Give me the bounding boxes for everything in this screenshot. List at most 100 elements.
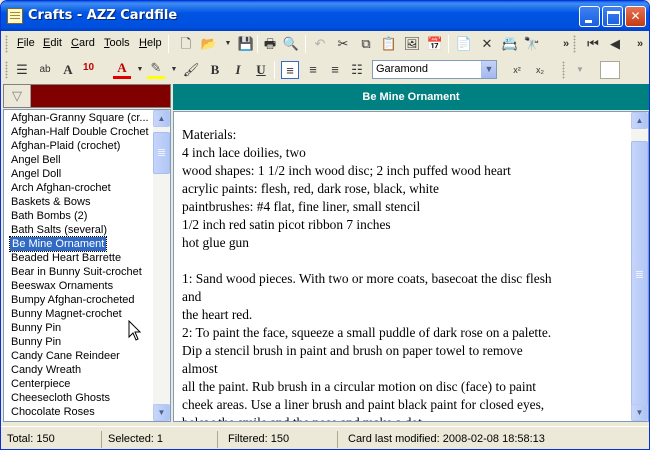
menu-edit[interactable]: Edit bbox=[43, 37, 62, 49]
list-item[interactable]: Be Mine Ornament bbox=[8, 236, 108, 252]
window-title: Crafts - AZZ Cardfile bbox=[28, 8, 178, 23]
list-item[interactable]: Baskets & Bows bbox=[11, 195, 90, 209]
list-item[interactable]: Cheesecloth Ghosts bbox=[11, 391, 110, 405]
card-text-line: Materials: bbox=[182, 127, 237, 142]
properties-icon[interactable]: 📇 bbox=[501, 35, 519, 53]
new-card-icon[interactable]: 🗋 bbox=[177, 35, 195, 53]
list-scrollbar[interactable]: ▲ ▼ bbox=[153, 110, 170, 421]
maximize-button[interactable] bbox=[602, 6, 623, 27]
list-item[interactable]: Bath Bombs (2) bbox=[11, 209, 87, 223]
separator bbox=[168, 35, 169, 53]
font-name-combo[interactable]: Garamond ▼ bbox=[372, 60, 497, 79]
toolbar-grip[interactable] bbox=[562, 61, 565, 79]
menu-help[interactable]: Help bbox=[139, 37, 162, 49]
list-item[interactable]: Angel Bell bbox=[11, 153, 61, 167]
italic-button[interactable]: I bbox=[229, 61, 247, 79]
filter-bar[interactable]: ▽ bbox=[3, 84, 171, 108]
separator bbox=[305, 35, 306, 53]
align-right-icon[interactable]: ≡ bbox=[326, 61, 344, 79]
card-text[interactable]: Materials: 4 inch lace doilies, two wood s… bbox=[182, 126, 630, 421]
superscript-icon[interactable]: x² bbox=[508, 61, 526, 79]
scroll-up-arrow-icon[interactable]: ▲ bbox=[153, 110, 170, 127]
list-item[interactable]: Chocolate Roses bbox=[11, 405, 95, 419]
card-text-line: the heart red. bbox=[182, 307, 253, 322]
font-size-value[interactable]: 10 bbox=[83, 62, 94, 73]
list-item[interactable]: Arch Afghan-crochet bbox=[11, 181, 111, 195]
insert-date-icon[interactable]: 📅 bbox=[426, 35, 444, 53]
paragraph-icon[interactable]: ☰ bbox=[13, 61, 31, 79]
chevron-down-icon[interactable]: ▼ bbox=[481, 61, 496, 78]
highlight-icon[interactable]: ✎ bbox=[147, 61, 165, 79]
new-card-copy-icon[interactable]: 📄 bbox=[455, 35, 473, 53]
insert-picture-icon[interactable]: 🖼 bbox=[403, 35, 421, 53]
list-item[interactable]: Candy Wreath bbox=[11, 363, 81, 377]
card-scroll-thumb[interactable] bbox=[631, 141, 648, 409]
bold-button[interactable]: B bbox=[206, 61, 224, 79]
cardfile-app-icon[interactable] bbox=[7, 8, 23, 24]
color-swatch[interactable] bbox=[600, 61, 620, 79]
menu-tools[interactable]: Tools bbox=[104, 37, 130, 49]
scroll-down-arrow-icon[interactable]: ▼ bbox=[153, 404, 170, 421]
print-preview-icon[interactable]: 🔍 bbox=[282, 35, 300, 53]
card-editor[interactable]: Materials: 4 inch lace doilies, two wood s… bbox=[173, 111, 649, 422]
list-item[interactable]: Afghan-Plaid (crochet) bbox=[11, 139, 120, 153]
card-text-line: paintbrushes: #4 flat, fine liner, small… bbox=[182, 199, 421, 214]
close-button[interactable]: ✕ bbox=[625, 6, 646, 27]
find-icon[interactable]: 🔭 bbox=[523, 35, 541, 53]
card-text-line: wood shapes: 1 1/2 inch wood disc; 2 inc… bbox=[182, 163, 511, 178]
clear-format-icon[interactable]: 🖌 bbox=[182, 61, 200, 79]
font-color-icon[interactable]: A bbox=[113, 61, 131, 79]
card-list[interactable]: Afghan-Granny Square (cr... Afghan-Half D… bbox=[3, 109, 171, 422]
list-item[interactable]: Beeswax Ornaments bbox=[11, 279, 113, 293]
subscript-icon[interactable]: x₂ bbox=[531, 61, 549, 79]
list-item[interactable]: Angel Doll bbox=[11, 167, 61, 181]
copy-icon[interactable]: ⧉ bbox=[357, 35, 375, 53]
list-item[interactable]: Bath Salts (several) bbox=[11, 223, 107, 237]
align-center-icon[interactable]: ≡ bbox=[304, 61, 322, 79]
list-item[interactable]: Centerpiece bbox=[11, 377, 70, 391]
list-item[interactable]: Bunny Pin bbox=[11, 321, 61, 335]
list-item[interactable]: Bunny Pin bbox=[11, 335, 61, 349]
highlight-dropdown-icon[interactable]: ▼ bbox=[165, 61, 183, 79]
previous-card-icon[interactable]: ◀ bbox=[606, 35, 624, 53]
menu-card[interactable]: Card bbox=[71, 37, 95, 49]
toolbar-grip[interactable] bbox=[5, 61, 8, 79]
delete-icon[interactable]: ✕ bbox=[478, 35, 496, 53]
open-folder-icon[interactable]: 📂 bbox=[200, 35, 218, 53]
undo-icon[interactable]: ↶ bbox=[311, 35, 329, 53]
list-scroll-thumb[interactable] bbox=[153, 132, 170, 174]
open-dropdown-icon[interactable]: ▼ bbox=[219, 35, 237, 53]
toolbar-grip[interactable] bbox=[573, 35, 576, 53]
print-icon[interactable]: 🖶 bbox=[261, 35, 279, 53]
list-item[interactable]: Bunny Magnet-crochet bbox=[11, 307, 122, 321]
list-item[interactable]: Candy Cane Reindeer bbox=[11, 349, 120, 363]
list-item[interactable]: Afghan-Half Double Crochet bbox=[11, 125, 149, 139]
app-window: Crafts - AZZ Cardfile ✕ File Edit Card Tool… bbox=[0, 0, 650, 450]
color-dropdown-icon[interactable]: ▼ bbox=[571, 61, 589, 79]
menu-file[interactable]: File bbox=[17, 37, 35, 49]
first-card-icon[interactable]: ⏮ bbox=[584, 35, 602, 53]
save-icon[interactable]: 💾 bbox=[237, 35, 255, 53]
cut-icon[interactable]: ✂ bbox=[334, 35, 352, 53]
font-name-value: Garamond bbox=[376, 63, 428, 75]
list-item[interactable]: Beaded Heart Barrette bbox=[11, 251, 121, 265]
list-item[interactable]: Bear in Bunny Suit-crochet bbox=[11, 265, 142, 279]
card-scrollbar[interactable]: ▲ ▼ bbox=[631, 112, 648, 421]
filter-icon[interactable]: ▽ bbox=[4, 85, 31, 107]
font-size-icon[interactable]: A bbox=[59, 61, 77, 79]
bullets-icon[interactable]: ☷ bbox=[348, 61, 366, 79]
title-bar[interactable]: Crafts - AZZ Cardfile ✕ bbox=[1, 1, 649, 31]
list-item[interactable]: Christmas Applique Idea bbox=[11, 419, 130, 421]
underline-button[interactable]: U bbox=[252, 61, 270, 79]
scroll-down-arrow-icon[interactable]: ▼ bbox=[631, 404, 648, 421]
nav-overflow-icon[interactable]: » bbox=[631, 35, 649, 53]
minimize-button[interactable] bbox=[579, 6, 600, 27]
align-left-icon[interactable]: ≡ bbox=[281, 61, 299, 79]
toolbar-grip[interactable] bbox=[5, 35, 8, 53]
spell-check-icon[interactable]: ab bbox=[36, 61, 54, 79]
paste-icon[interactable]: 📋 bbox=[380, 35, 398, 53]
list-item[interactable]: Bumpy Afghan-crocheted bbox=[11, 293, 135, 307]
list-item[interactable]: Afghan-Granny Square (cr... bbox=[11, 111, 149, 125]
scroll-up-arrow-icon[interactable]: ▲ bbox=[631, 112, 648, 129]
status-filtered: Filtered: 150 bbox=[228, 431, 338, 448]
